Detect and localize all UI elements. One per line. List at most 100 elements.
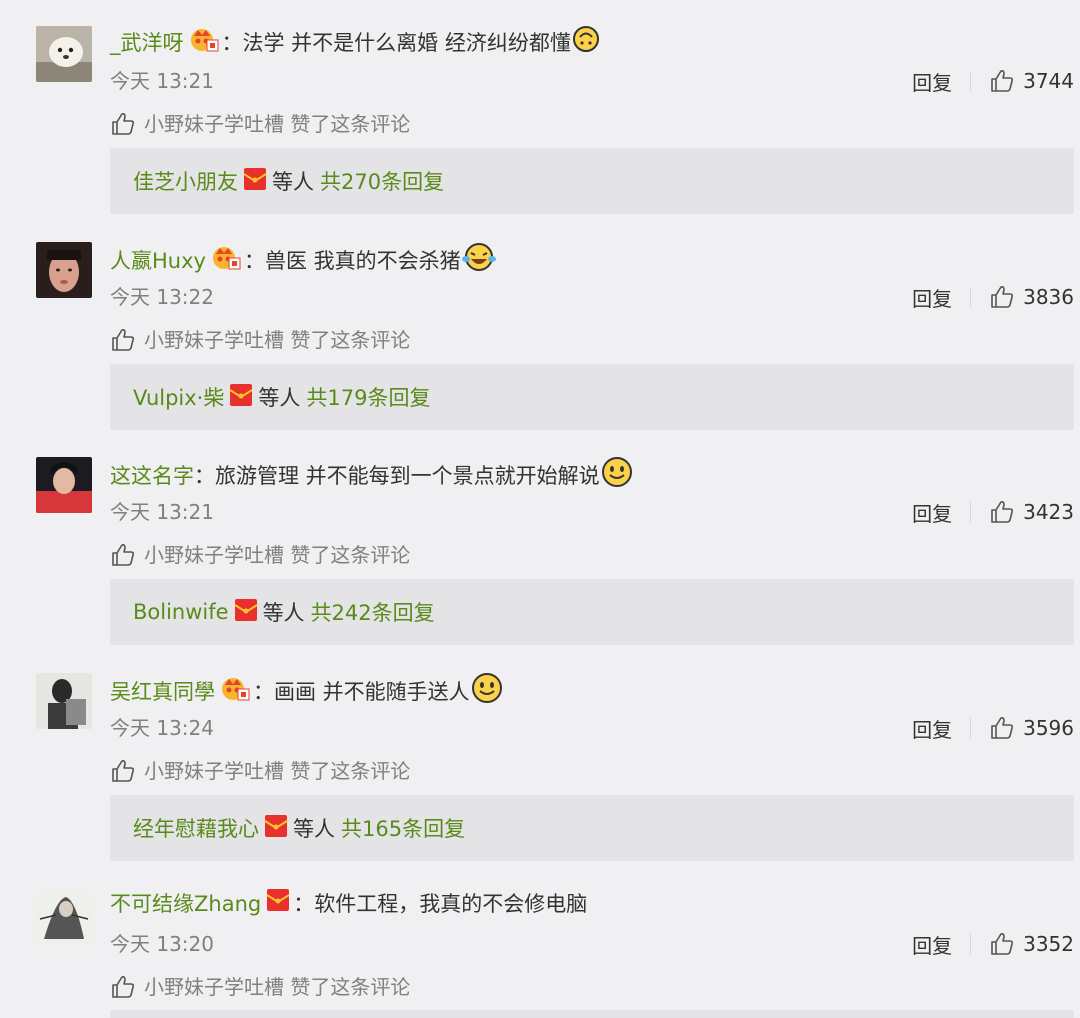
action-divider xyxy=(970,502,972,522)
thumbs-up-icon xyxy=(991,717,1014,739)
like-button[interactable]: 3744 xyxy=(989,68,1074,94)
author-liked-text: 小野妹子学吐槽 赞了这条评论 xyxy=(144,543,411,567)
action-divider xyxy=(970,287,972,307)
vip-crown-icon xyxy=(211,244,241,278)
comment-time: 今天 13:20 xyxy=(110,932,214,956)
avatar[interactable] xyxy=(36,457,92,513)
comment-colon: ： xyxy=(253,680,274,704)
like-button[interactable]: 3836 xyxy=(989,284,1074,310)
username-link[interactable]: 不可结缘Zhang xyxy=(110,889,261,919)
comment-header: 这这名字 ： 旅游管理 并不能每到一个景点就开始解说 xyxy=(110,456,633,496)
upside-down-face-icon xyxy=(572,25,600,61)
reply-user-link[interactable]: 经年慰藉我心 xyxy=(133,813,259,843)
like-button[interactable]: 3352 xyxy=(989,931,1074,957)
comment-colon: ： xyxy=(221,31,243,55)
reply-button[interactable]: 回复 xyxy=(912,67,952,96)
reply-etc-text: 等人 xyxy=(293,817,335,841)
comment-text: 法学 并不是什么离婚 经济纠纷都懂 xyxy=(242,31,571,55)
replies-preview[interactable]: 佳芝小朋友 等人 共270条回复 xyxy=(110,148,1074,214)
reply-button[interactable]: 回复 xyxy=(912,283,952,312)
comment-actions: 回复 3596 xyxy=(912,713,1074,743)
thumbs-up-icon xyxy=(991,70,1014,92)
crying-laughing-face-icon xyxy=(461,241,496,281)
avatar[interactable] xyxy=(36,673,92,729)
like-count: 3352 xyxy=(1023,932,1074,956)
username-link[interactable]: _武洋呀 xyxy=(110,28,184,58)
vip-crown-icon xyxy=(220,675,250,709)
thumbs-up-icon xyxy=(112,976,135,998)
thumbs-up-icon xyxy=(991,933,1014,955)
author-liked-note: 小野妹子学吐槽 赞了这条评论 xyxy=(110,325,410,355)
avatar[interactable] xyxy=(36,889,92,945)
comment-actions: 回复 3423 xyxy=(912,497,1074,527)
username-link[interactable]: 这这名字 xyxy=(110,461,194,491)
comment-time: 今天 13:21 xyxy=(110,500,214,524)
reply-button[interactable]: 回复 xyxy=(912,714,952,743)
thumbs-up-icon xyxy=(112,113,135,135)
author-liked-note: 小野妹子学吐槽 赞了这条评论 xyxy=(110,972,410,1002)
red-envelope-icon xyxy=(266,888,290,920)
reply-count-link[interactable]: 共165条回复 xyxy=(341,813,465,843)
comment-colon: ： xyxy=(194,464,215,488)
comment-header: _武洋呀 ： 法学 并不是什么离婚 经济纠纷都懂 xyxy=(110,25,600,61)
author-liked-text: 小野妹子学吐槽 赞了这条评论 xyxy=(144,112,411,136)
reply-count-link[interactable]: 共270条回复 xyxy=(320,166,444,196)
author-liked-note: 小野妹子学吐槽 赞了这条评论 xyxy=(110,756,410,786)
author-liked-note: 小野妹子学吐槽 赞了这条评论 xyxy=(110,540,410,570)
comment-colon: ： xyxy=(243,249,265,273)
like-button[interactable]: 3596 xyxy=(989,715,1074,741)
replies-preview[interactable]: Vulpix·柴 等人 共179条回复 xyxy=(110,364,1074,430)
red-envelope-icon xyxy=(234,598,258,627)
reply-button[interactable]: 回复 xyxy=(912,930,952,959)
thumbs-up-icon xyxy=(991,501,1014,523)
red-envelope-icon xyxy=(243,167,267,196)
author-liked-text: 小野妹子学吐槽 赞了这条评论 xyxy=(144,328,411,352)
replies-preview-partial xyxy=(110,1010,1074,1018)
action-divider xyxy=(970,71,972,91)
comment-colon: ： xyxy=(293,892,315,916)
reply-etc-text: 等人 xyxy=(258,386,301,410)
thumbs-up-icon xyxy=(112,329,135,351)
replies-preview[interactable]: 经年慰藉我心 等人 共165条回复 xyxy=(110,795,1074,861)
smiling-face-icon xyxy=(471,672,503,712)
username-link[interactable]: 吴红真同學 xyxy=(110,677,215,707)
author-liked-note: 小野妹子学吐槽 赞了这条评论 xyxy=(110,109,410,139)
red-envelope-icon xyxy=(229,383,253,412)
comment-header: 不可结缘Zhang ： 软件工程，我真的不会修电脑 xyxy=(110,888,587,920)
comment-actions: 回复 3836 xyxy=(912,282,1074,312)
avatar[interactable] xyxy=(36,242,92,298)
comment-actions: 回复 3352 xyxy=(912,929,1074,959)
like-count: 3596 xyxy=(1023,716,1074,740)
username-link[interactable]: 人嬴Huxy xyxy=(110,246,206,276)
author-liked-text: 小野妹子学吐槽 赞了这条评论 xyxy=(144,759,411,783)
reply-count-link[interactable]: 共179条回复 xyxy=(306,382,430,412)
like-count: 3836 xyxy=(1023,285,1074,309)
comment-text: 兽医 我真的不会杀猪 xyxy=(264,249,461,273)
comment-text: 软件工程，我真的不会修电脑 xyxy=(314,892,588,916)
comment-time: 今天 13:21 xyxy=(110,69,214,93)
red-envelope-icon xyxy=(264,814,288,843)
action-divider xyxy=(970,934,972,954)
comment-time: 今天 13:24 xyxy=(110,716,214,740)
like-count: 3744 xyxy=(1023,69,1074,93)
reply-user-link[interactable]: Bolinwife xyxy=(133,600,229,624)
thumbs-up-icon xyxy=(112,544,135,566)
comment-text: 旅游管理 并不能每到一个景点就开始解说 xyxy=(215,464,600,488)
vip-crown-icon xyxy=(189,26,219,60)
reply-user-link[interactable]: 佳芝小朋友 xyxy=(133,166,238,196)
reply-count-link[interactable]: 共242条回复 xyxy=(311,597,435,627)
comment-header: 吴红真同學 ： 画画 并不能随手送人 xyxy=(110,672,503,712)
author-liked-text: 小野妹子学吐槽 赞了这条评论 xyxy=(144,975,411,999)
smiling-face-icon xyxy=(601,456,633,496)
thumbs-up-icon xyxy=(991,286,1014,308)
reply-etc-text: 等人 xyxy=(262,601,305,625)
thumbs-up-icon xyxy=(112,760,135,782)
reply-user-link[interactable]: Vulpix·柴 xyxy=(133,382,224,412)
comment-actions: 回复 3744 xyxy=(912,66,1074,96)
like-count: 3423 xyxy=(1023,500,1074,524)
like-button[interactable]: 3423 xyxy=(989,499,1074,525)
avatar[interactable] xyxy=(36,26,92,82)
reply-button[interactable]: 回复 xyxy=(912,498,952,527)
comment-time: 今天 13:22 xyxy=(110,285,214,309)
replies-preview[interactable]: Bolinwife 等人 共242条回复 xyxy=(110,579,1074,645)
